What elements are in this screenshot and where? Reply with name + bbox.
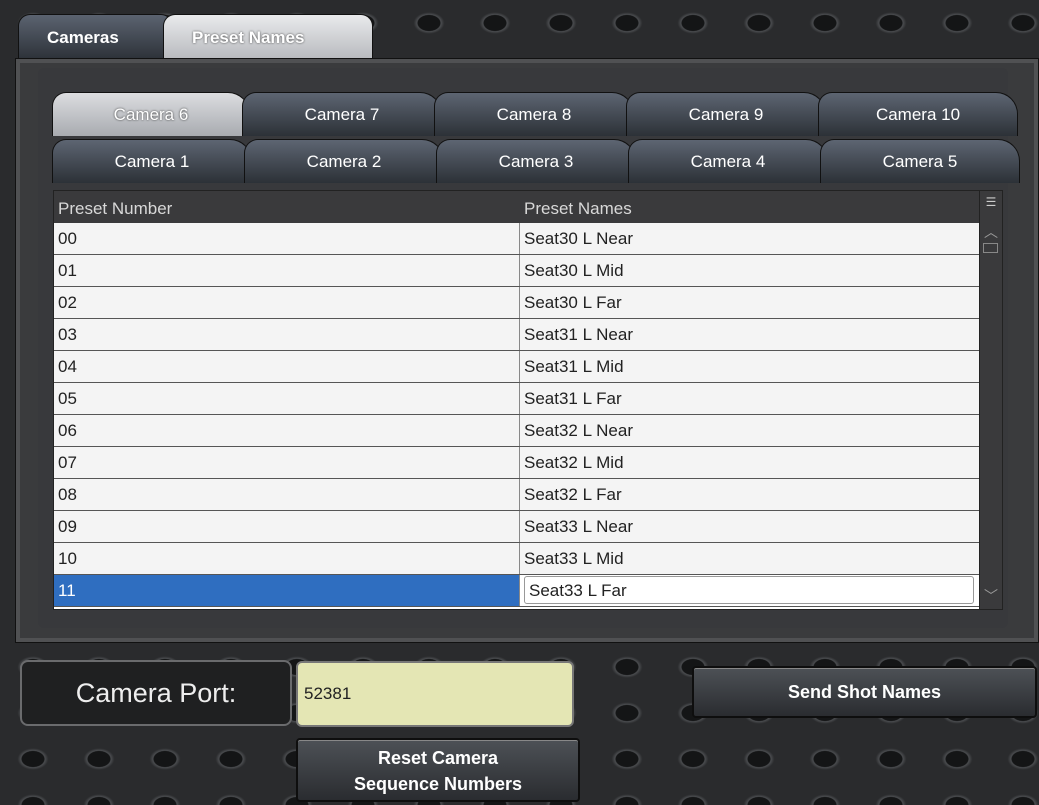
preset-number-cell[interactable]: 06	[54, 415, 520, 446]
table-header: Preset Number Preset Names	[54, 191, 980, 223]
scroll-down-icon[interactable]: ﹀	[983, 587, 999, 605]
table-body: 00 Seat30 L Near 01 Seat30 L Mid 02 Seat30 L …	[54, 223, 980, 607]
tab-cameras[interactable]: Cameras	[18, 14, 173, 58]
tab-camera-10[interactable]: Camera 10	[818, 92, 1018, 136]
table-row[interactable]: 03 Seat31 L Near	[54, 319, 980, 351]
tab-camera-5[interactable]: Camera 5	[820, 139, 1020, 183]
tab-camera-8[interactable]: Camera 8	[434, 92, 634, 136]
preset-number-cell[interactable]: 07	[54, 447, 520, 478]
table-row[interactable]: 01 Seat30 L Mid	[54, 255, 980, 287]
preset-name-cell[interactable]: Seat31 L Mid	[520, 351, 980, 382]
preset-name-editor[interactable]: Seat33 L Far	[524, 576, 974, 604]
tab-preset-names[interactable]: Preset Names	[163, 14, 373, 58]
preset-name-cell[interactable]: Seat31 L Far	[520, 383, 980, 414]
preset-number-cell[interactable]: 05	[54, 383, 520, 414]
send-shot-names-button[interactable]: Send Shot Names	[692, 666, 1037, 718]
preset-number-cell[interactable]: 03	[54, 319, 520, 350]
preset-name-cell[interactable]: Seat33 L Far	[520, 575, 980, 606]
tab-cameras-label: Cameras	[47, 28, 119, 47]
table-row[interactable]: 05 Seat31 L Far	[54, 383, 980, 415]
table-row[interactable]: 09 Seat33 L Near	[54, 511, 980, 543]
tab-camera-4[interactable]: Camera 4	[628, 139, 828, 183]
column-header-preset-number[interactable]: Preset Number	[54, 191, 520, 223]
table-row[interactable]: 08 Seat32 L Far	[54, 479, 980, 511]
preset-name-cell[interactable]: Seat30 L Far	[520, 287, 980, 318]
camera-tabs-row-1: Camera 6 Camera 7 Camera 8 Camera 9 Came…	[52, 92, 1018, 136]
preset-number-cell[interactable]: 08	[54, 479, 520, 510]
preset-name-cell[interactable]: Seat30 L Mid	[520, 255, 980, 286]
tab-camera-1[interactable]: Camera 1	[52, 139, 252, 183]
reset-button-line-2: Sequence Numbers	[353, 774, 523, 794]
table-row[interactable]: 07 Seat32 L Mid	[54, 447, 980, 479]
scroll-thumb[interactable]	[983, 243, 998, 253]
reset-button-line-1: Reset Camera	[377, 748, 499, 768]
preset-number-cell[interactable]: 04	[54, 351, 520, 382]
table-row[interactable]: 04 Seat31 L Mid	[54, 351, 980, 383]
camera-port-input[interactable]	[296, 661, 574, 727]
preset-number-cell[interactable]: 00	[54, 223, 520, 254]
preset-number-cell[interactable]: 11	[54, 575, 520, 606]
table-row[interactable]: 00 Seat30 L Near	[54, 223, 980, 255]
tab-preset-names-label: Preset Names	[192, 28, 305, 47]
camera-port-label: Camera Port:	[20, 660, 292, 726]
column-header-preset-names[interactable]: Preset Names	[520, 191, 980, 223]
preset-table[interactable]: Preset Number Preset Names 00 Seat30 L Ne…	[53, 190, 1003, 610]
tab-camera-7[interactable]: Camera 7	[242, 92, 442, 136]
table-row[interactable]: 10 Seat33 L Mid	[54, 543, 980, 575]
preset-name-cell[interactable]: Seat32 L Mid	[520, 447, 980, 478]
vertical-scrollbar[interactable]: ☰ ︿ ﹀	[979, 191, 1002, 609]
preset-number-cell[interactable]: 10	[54, 543, 520, 574]
tab-camera-3[interactable]: Camera 3	[436, 139, 636, 183]
scroll-up-icon[interactable]: ︿	[983, 223, 999, 241]
tab-camera-6[interactable]: Camera 6	[52, 92, 250, 136]
preset-name-cell[interactable]: Seat33 L Mid	[520, 543, 980, 574]
reset-camera-sequence-button[interactable]: Reset Camera Sequence Numbers	[296, 738, 580, 802]
table-row[interactable]: 06 Seat32 L Near	[54, 415, 980, 447]
preset-name-cell[interactable]: Seat32 L Far	[520, 479, 980, 510]
tab-camera-9[interactable]: Camera 9	[626, 92, 826, 136]
column-chooser-icon[interactable]: ☰	[983, 195, 999, 211]
preset-name-cell[interactable]: Seat30 L Near	[520, 223, 980, 254]
preset-name-cell[interactable]: Seat32 L Near	[520, 415, 980, 446]
preset-number-cell[interactable]: 02	[54, 287, 520, 318]
preset-number-cell[interactable]: 09	[54, 511, 520, 542]
camera-tabs-row-2: Camera 1 Camera 2 Camera 3 Camera 4 Came…	[52, 139, 1020, 183]
preset-name-cell[interactable]: Seat31 L Near	[520, 319, 980, 350]
table-row[interactable]: 02 Seat30 L Far	[54, 287, 980, 319]
table-row[interactable]: 11 Seat33 L Far	[54, 575, 980, 607]
tab-camera-2[interactable]: Camera 2	[244, 139, 444, 183]
preset-number-cell[interactable]: 01	[54, 255, 520, 286]
top-tab-bar: Cameras Preset Names	[18, 14, 373, 58]
preset-name-cell[interactable]: Seat33 L Near	[520, 511, 980, 542]
